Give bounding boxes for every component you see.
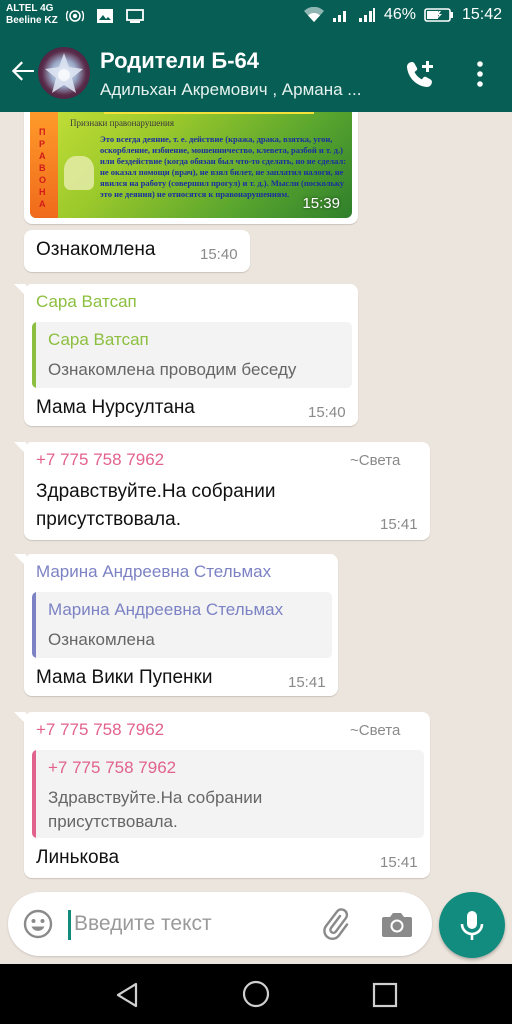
signal-icon (332, 11, 346, 22)
image-figure (64, 156, 94, 190)
wifi-icon (303, 7, 324, 22)
image-attachment[interactable]: ПРАВОНА Признаки правонарушения Это всег… (30, 112, 352, 218)
quote-sender: Сара Ватсап (48, 330, 149, 349)
chat-title[interactable]: Родители Б-64 (100, 48, 259, 74)
group-avatar[interactable] (38, 47, 90, 99)
status-bar: ALTEL 4G Beeline KZ 46% 15:42 (0, 0, 512, 34)
avatar-star-icon (45, 53, 83, 93)
message-text: Мама Вики Пупенки (36, 667, 213, 688)
sender-name[interactable]: Марина Андреевна Стельмах (36, 562, 271, 582)
message-time: 15:40 (200, 246, 238, 263)
battery-percent: 46% (383, 6, 416, 23)
quote-text: Ознакомлена проводим беседу (48, 360, 297, 379)
image-text: Это всегда деяние, т. е. действие (кража… (100, 134, 347, 199)
message-bubble[interactable]: Марина Андреевна Стельмах Марина Андреев… (14, 554, 338, 696)
image-side-banner: ПРАВОНА (30, 112, 58, 218)
image-side-text: ПРАВОНА (39, 127, 47, 209)
message-bubble[interactable]: +7 775 758 7962 ~Света Здравствуйте.На с… (14, 442, 430, 540)
message-text: Мама Нурсултана (36, 397, 195, 418)
message-bubble[interactable]: Сара Ватсап Сара Ватсап Ознакомлена пров… (14, 284, 358, 426)
nav-recent-icon[interactable] (371, 981, 399, 1009)
quoted-message[interactable]: Марина Андреевна Стельмах Ознакомлена (32, 592, 332, 658)
quote-text-line-1: Здравствуйте.На собрании (48, 788, 263, 807)
battery-icon (424, 8, 453, 22)
message-input[interactable] (74, 906, 304, 942)
quote-text: Ознакомлена (48, 630, 155, 649)
mic-icon (460, 911, 484, 940)
quote-sender: +7 775 758 7962 (48, 758, 177, 777)
message-time: 15:41 (380, 516, 418, 533)
carrier-info: ALTEL 4G Beeline KZ (6, 3, 58, 27)
clock: 15:42 (461, 6, 502, 23)
chat-messages[interactable]: ПРАВОНА Признаки правонарушения Это всег… (0, 112, 512, 884)
quoted-message[interactable]: +7 775 758 7962 Здравствуйте.На собрании… (32, 750, 424, 838)
message-bubble[interactable]: +7 775 758 7962 ~Света +7 775 758 7962 З… (14, 712, 430, 878)
emoji-icon[interactable] (22, 908, 54, 940)
image-heading: Признаки правонарушения (70, 118, 175, 128)
message-time: 15:41 (380, 854, 418, 871)
sender-pushname: ~Света (350, 722, 401, 739)
carrier-2: Beeline KZ (6, 15, 58, 26)
signal-icon-2 (358, 8, 375, 22)
carrier-1: ALTEL 4G (6, 3, 54, 14)
quote-bar (32, 750, 36, 838)
compose-bar (8, 892, 432, 956)
message-text-line-2: присутствовала. (36, 509, 181, 530)
message-time: 15:39 (302, 195, 340, 212)
message-time: 15:41 (288, 674, 326, 691)
nav-home-icon[interactable] (240, 978, 272, 1010)
chat-participants[interactable]: Адильхан Акремович , Армана ... (100, 80, 390, 100)
sender-pushname: ~Света (350, 452, 401, 469)
message-text: Ознакомлена (36, 239, 156, 260)
message-text: Линькова (36, 847, 120, 868)
image-icon (97, 9, 113, 23)
system-status: 46% 15:42 (303, 6, 502, 24)
add-call-icon[interactable] (404, 58, 436, 90)
quote-bar (32, 322, 36, 388)
chat-header: Родители Б-64 Адильхан Акремович , Арман… (0, 34, 512, 112)
nav-back-icon[interactable] (114, 981, 142, 1009)
image-message[interactable]: ПРАВОНА Признаки правонарушения Это всег… (24, 112, 358, 224)
quote-bar (32, 592, 36, 658)
hotspot-icon (66, 10, 84, 22)
quote-sender: Марина Андреевна Стельмах (48, 600, 284, 619)
mic-button[interactable] (439, 892, 505, 958)
text-cursor (68, 910, 71, 940)
attach-icon[interactable] (320, 908, 350, 940)
image-top-banner (104, 112, 314, 114)
camera-icon[interactable] (380, 908, 414, 940)
sender-phone[interactable]: +7 775 758 7962 (36, 720, 164, 740)
sender-phone[interactable]: +7 775 758 7962 (36, 450, 164, 470)
message-bubble[interactable]: Ознакомлена 15:40 (24, 230, 250, 272)
desktop-icon (126, 9, 144, 23)
quote-text-line-2: присутствовала. (48, 812, 178, 831)
sender-name[interactable]: Сара Ватсап (36, 292, 137, 312)
quoted-message[interactable]: Сара Ватсап Ознакомлена проводим беседу (32, 322, 352, 388)
navigation-bar (0, 964, 512, 1024)
message-text-line-1: Здравствуйте.На собрании (36, 481, 276, 502)
more-vert-icon[interactable] (470, 60, 490, 88)
back-arrow-icon[interactable] (10, 58, 36, 84)
message-time: 15:40 (308, 404, 346, 421)
notification-icons (66, 8, 144, 24)
